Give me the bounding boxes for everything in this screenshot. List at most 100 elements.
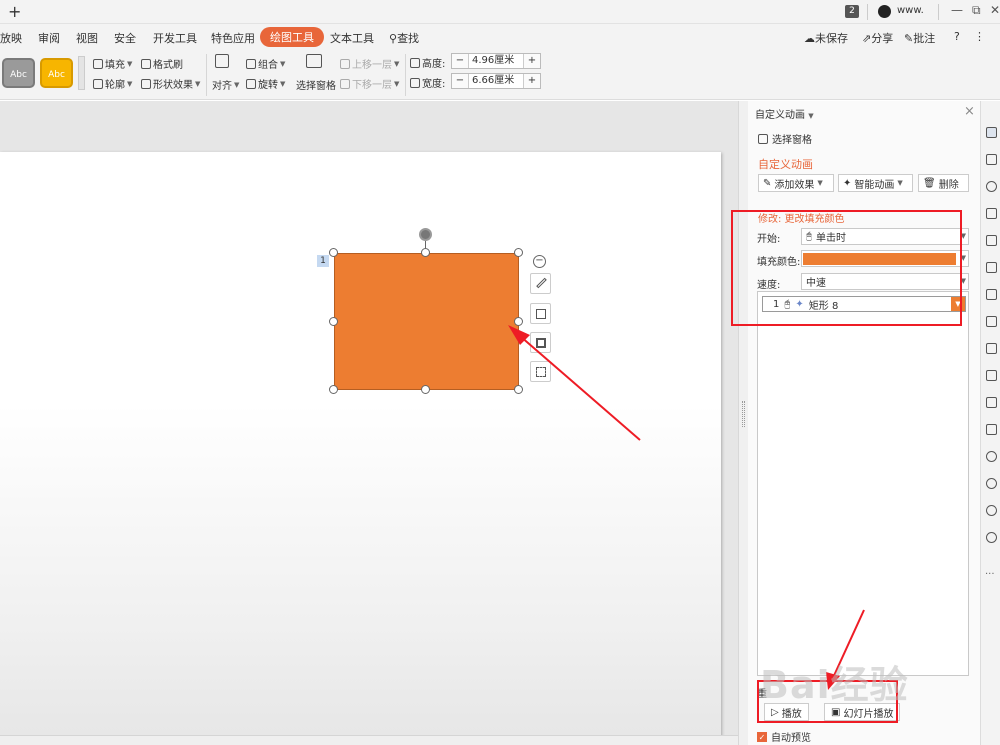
cloud-icon: ☁ [804, 32, 815, 45]
shape-effect-button[interactable]: 形状效果 ▼ [141, 76, 200, 91]
share-icon: ⇗ [862, 32, 872, 45]
width-stepper[interactable]: − 6.66厘米 + [451, 73, 541, 89]
animation-icon[interactable] [986, 127, 997, 138]
resize-handle-w[interactable] [329, 317, 338, 326]
menu-review[interactable]: 审阅 [38, 30, 60, 46]
chart-icon[interactable] [986, 262, 997, 273]
height-input[interactable]: 4.96厘米 [468, 54, 524, 68]
height-increase-button[interactable]: + [524, 54, 540, 68]
layout-icon[interactable] [986, 370, 997, 381]
comment-button[interactable]: ✎批注 [904, 30, 935, 46]
horizontal-scrollbar[interactable] [0, 735, 738, 745]
search-icon: ⚲ [389, 32, 398, 45]
speaker-icon[interactable] [986, 424, 997, 435]
splitter-grip[interactable] [742, 401, 745, 427]
close-icon[interactable]: × [964, 104, 975, 119]
tools-icon[interactable] [986, 289, 997, 300]
menu-drawing-tools[interactable]: 绘图工具 [260, 27, 324, 47]
history-icon[interactable] [986, 478, 997, 489]
rotate-handle[interactable] [419, 228, 432, 241]
link-icon[interactable] [986, 451, 997, 462]
shape-style-yellow[interactable]: Abc [40, 58, 73, 88]
minimize-button[interactable]: — [951, 3, 963, 17]
pen-icon [536, 277, 547, 289]
menu-features[interactable]: 特色应用 [211, 30, 255, 46]
chevron-down-icon: ▼ [195, 79, 201, 88]
width-label-text: 宽度: [422, 79, 446, 90]
collapse-float-toolbar-icon[interactable]: − [533, 255, 546, 268]
align-button[interactable]: 对齐 ▼ [212, 77, 240, 93]
unsaved-status[interactable]: ☁未保存 [804, 30, 848, 46]
menu-security[interactable]: 安全 [114, 30, 136, 46]
height-stepper[interactable]: − 4.96厘米 + [451, 53, 541, 69]
float-outline-button[interactable] [530, 332, 551, 353]
resize-handle-sw[interactable] [329, 385, 338, 394]
resize-handle-e[interactable] [514, 317, 523, 326]
resize-handle-nw[interactable] [329, 248, 338, 257]
animation-list[interactable]: 1 🖰 ✦ 矩形 8 ▼ [757, 291, 969, 676]
group-button[interactable]: 组合 ▼ [246, 56, 285, 71]
delete-button[interactable]: 🗑 删除 [918, 174, 969, 192]
selection-pane-icon[interactable] [306, 54, 322, 68]
image-icon[interactable] [986, 397, 997, 408]
menu-developer[interactable]: 开发工具 [153, 30, 197, 46]
restore-button[interactable]: ⧉ [972, 3, 981, 18]
fill-icon[interactable] [986, 208, 997, 219]
format-painter-button[interactable]: 格式刷 [141, 56, 183, 71]
help-button[interactable]: ? [954, 30, 960, 43]
auto-preview-checkbox[interactable]: ✓ 自动预览 [757, 729, 811, 744]
bring-forward-button[interactable]: 上移一层 ▼ [340, 56, 399, 71]
width-input[interactable]: 6.66厘米 [468, 74, 524, 88]
add-effect-button[interactable]: ✎ 添加效果 ▼ [758, 174, 834, 192]
chevron-down-icon: ▼ [234, 80, 240, 89]
grid-icon[interactable] [986, 235, 997, 246]
selection-pane-link[interactable]: 选择窗格 [758, 131, 812, 146]
chevron-down-icon: ▼ [394, 79, 400, 88]
share-button[interactable]: ⇗分享 [862, 30, 893, 46]
slide-canvas[interactable]: 1 − [0, 152, 721, 745]
fill-button[interactable]: 填充 ▼ [93, 56, 132, 71]
menu-slideshow[interactable]: 放映 [0, 30, 22, 46]
more-icon[interactable]: ··· [985, 569, 995, 580]
new-tab-button[interactable]: + [8, 2, 21, 21]
animation-order-tag[interactable]: 1 [317, 255, 329, 267]
close-button[interactable]: ✕ [990, 3, 1000, 17]
resize-handle-se[interactable] [514, 385, 523, 394]
rotate-button[interactable]: 旋转 ▼ [246, 76, 285, 91]
menu-text-tools[interactable]: 文本工具 [330, 30, 374, 46]
width-increase-button[interactable]: + [524, 74, 540, 88]
height-decrease-button[interactable]: − [452, 54, 468, 68]
location-icon[interactable] [986, 532, 997, 543]
avatar[interactable] [878, 5, 891, 18]
transition-icon[interactable] [986, 154, 997, 165]
smart-animation-button[interactable]: ✦ 智能动画 ▼ [838, 174, 913, 192]
send-backward-button[interactable]: 下移一层 ▼ [340, 76, 399, 91]
share-icon[interactable] [986, 343, 997, 354]
resize-handle-n[interactable] [421, 248, 430, 257]
tab-count-badge[interactable]: 2 [845, 5, 859, 18]
float-layout-button[interactable] [530, 361, 551, 382]
align-icon[interactable] [215, 54, 229, 68]
pane-title[interactable]: 自定义动画 ▼ [755, 106, 814, 121]
document-icon[interactable] [986, 316, 997, 327]
float-fill-button[interactable] [530, 303, 551, 324]
trash-icon: 🗑 [923, 177, 936, 189]
float-style-button[interactable] [530, 273, 551, 294]
outline-button[interactable]: 轮廓 ▼ [93, 76, 132, 91]
width-decrease-button[interactable]: − [452, 74, 468, 88]
more-button[interactable]: ⋮ [974, 30, 985, 43]
resize-handle-ne[interactable] [514, 248, 523, 257]
menu-search[interactable]: ⚲查找 [389, 30, 419, 46]
user-name[interactable]: www. [897, 5, 924, 16]
pane-splitter[interactable] [738, 101, 748, 745]
slide-work-area[interactable]: 1 − [0, 101, 738, 745]
resize-handle-s[interactable] [421, 385, 430, 394]
shapes-icon[interactable] [986, 181, 997, 192]
rectangle-shape[interactable] [334, 253, 519, 390]
menu-view[interactable]: 视图 [76, 30, 98, 46]
help-icon[interactable] [986, 505, 997, 516]
style-gallery-scroll[interactable] [78, 56, 85, 90]
outline-square-icon [536, 338, 546, 348]
shape-style-gray[interactable]: Abc [2, 58, 35, 88]
selection-pane-button[interactable]: 选择窗格 [296, 77, 336, 92]
